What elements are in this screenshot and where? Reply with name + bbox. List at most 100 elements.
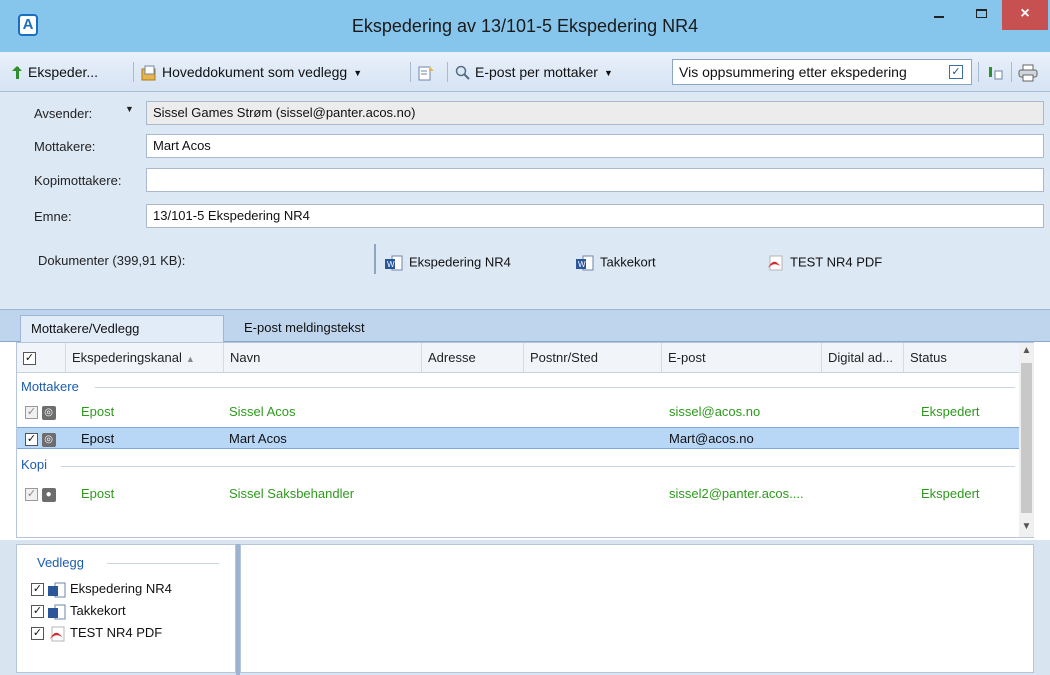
svg-text:W: W xyxy=(387,260,395,269)
vedlegg-item[interactable]: ✓ Ekspedering NR4 xyxy=(31,581,172,598)
maximize-button[interactable] xyxy=(960,0,1002,30)
add-recipient-button[interactable] xyxy=(986,60,1008,84)
emne-label: Emne: xyxy=(34,209,72,224)
vedlegg-panel: Vedlegg ✓ Ekspedering NR4 ✓ Takkekort ✓ TES… xyxy=(16,544,236,673)
close-button[interactable]: × xyxy=(1002,0,1048,30)
row-checkbox[interactable]: ✓ xyxy=(25,433,38,447)
hoveddokument-dropdown[interactable]: Hoveddokument som vedlegg ▼ xyxy=(140,60,362,84)
group-mottakere: Mottakere xyxy=(21,379,79,394)
document-name: Takkekort xyxy=(600,254,656,270)
avsender-dropdown-icon[interactable]: ▼ xyxy=(125,104,134,114)
scroll-down-icon[interactable]: ▼ xyxy=(1019,521,1034,532)
vis-oppsummering-toggle[interactable]: Vis oppsummering etter ekspedering ✓ xyxy=(672,59,972,85)
svg-text:W: W xyxy=(578,260,586,269)
document-name: Ekspedering NR4 xyxy=(409,254,511,270)
table-row-selected[interactable]: ✓ ◎ Epost Mart Acos Mart@acos.no xyxy=(17,427,1019,449)
title-bar: A Ekspedering av 13/101-5 Ekspedering NR… xyxy=(0,0,1050,52)
ekspeder-button[interactable]: Ekspeder... xyxy=(10,60,98,84)
vedlegg-divider xyxy=(107,563,219,564)
dokumenter-label: Dokumenter (399,91 KB): xyxy=(38,253,186,268)
send-icon xyxy=(12,66,22,80)
document-item[interactable]: TEST NR4 PDF xyxy=(765,254,882,272)
emne-field[interactable]: 13/101-5 Ekspedering NR4 xyxy=(146,204,1044,228)
document-item[interactable]: W Ekspedering NR4 xyxy=(384,254,511,272)
attachments-area: Vedlegg ✓ Ekspedering NR4 ✓ Takkekort ✓ TES… xyxy=(0,540,1050,675)
row-checkbox[interactable]: ✓ xyxy=(25,488,38,502)
minimize-icon xyxy=(934,16,944,18)
minimize-button[interactable] xyxy=(918,0,960,30)
group-kopi: Kopi xyxy=(21,457,48,472)
column-header-kanal[interactable]: Ekspederingskanal ▲ xyxy=(65,343,223,373)
group-divider xyxy=(61,466,1015,467)
word-doc-icon: W xyxy=(385,255,403,271)
column-header-postnr[interactable]: Postnr/Sted xyxy=(523,343,661,373)
mottakere-field[interactable]: Mart Acos xyxy=(146,134,1044,158)
pdf-icon xyxy=(50,626,65,642)
print-button[interactable] xyxy=(1018,60,1042,84)
recipients-grid: ✓ Ekspederingskanal ▲ Navn Adresse Postnr… xyxy=(16,342,1034,538)
grid-scrollbar[interactable]: ▲ ▼ xyxy=(1019,343,1034,537)
select-all-checkbox[interactable]: ✓ xyxy=(23,352,36,366)
vedlegg-checkbox[interactable]: ✓ xyxy=(31,627,44,641)
column-header-navn[interactable]: Navn xyxy=(223,343,421,373)
vedlegg-checkbox[interactable]: ✓ xyxy=(31,605,44,619)
cell-kanal: Epost xyxy=(81,486,115,501)
vedlegg-name: Ekspedering NR4 xyxy=(70,581,172,596)
word-doc-icon xyxy=(48,582,66,598)
vedlegg-checkbox[interactable]: ✓ xyxy=(31,583,44,597)
cell-navn: Sissel Acos xyxy=(229,404,296,419)
document-name: TEST NR4 PDF xyxy=(790,254,883,270)
globe-icon: ◎ xyxy=(41,432,56,447)
mottakere-label: Mottakere: xyxy=(34,139,96,154)
close-icon: × xyxy=(1020,5,1030,22)
document-item[interactable]: W Takkekort xyxy=(575,254,656,272)
table-row[interactable]: ✓ ◎ Epost Sissel Acos sissel@acos.no Eks… xyxy=(17,401,1019,423)
column-header-adresse[interactable]: Adresse xyxy=(421,343,523,373)
toolbar-separator xyxy=(410,62,411,82)
document-options-button[interactable] xyxy=(417,60,439,84)
vedlegg-title: Vedlegg xyxy=(37,555,84,570)
document-icon xyxy=(418,66,434,81)
kopimottakere-label: Kopimottakere: xyxy=(34,173,122,188)
row-checkbox[interactable]: ✓ xyxy=(25,406,38,420)
globe-icon: ◎ xyxy=(41,405,56,420)
preview-panel xyxy=(240,544,1034,673)
scroll-up-icon[interactable]: ▲ xyxy=(1019,345,1034,356)
sort-asc-icon: ▲ xyxy=(185,354,195,364)
attachment-icon xyxy=(141,65,156,81)
ekspeder-label: Ekspeder... xyxy=(28,64,99,80)
epost-per-mottaker-dropdown[interactable]: E-post per mottaker ▼ xyxy=(455,60,613,84)
select-all-column[interactable]: ✓ xyxy=(17,343,65,373)
cell-navn: Mart Acos xyxy=(229,431,287,446)
pdf-icon xyxy=(768,255,783,271)
avsender-label: Avsender: xyxy=(34,106,93,121)
documents-divider xyxy=(374,244,376,274)
column-label: Ekspederingskanal xyxy=(72,350,182,365)
cell-epost: sissel2@panter.acos.... xyxy=(669,486,804,501)
vis-oppsummering-checkbox[interactable]: ✓ xyxy=(949,65,963,79)
tab-mottakere-vedlegg[interactable]: Mottakere/Vedlegg xyxy=(20,315,224,342)
vedlegg-item[interactable]: ✓ Takkekort xyxy=(31,603,126,620)
chevron-down-icon: ▼ xyxy=(603,68,613,79)
column-header-digital[interactable]: Digital ad... xyxy=(821,343,903,373)
person-icon: ● xyxy=(41,487,56,502)
vedlegg-item[interactable]: ✓ TEST NR4 PDF xyxy=(31,625,162,642)
maximize-icon xyxy=(975,9,987,18)
hoveddokument-label: Hoveddokument som vedlegg xyxy=(162,64,348,80)
kopimottakere-field[interactable] xyxy=(146,168,1044,192)
cell-kanal: Epost xyxy=(81,431,115,446)
toolbar-separator xyxy=(1011,62,1012,82)
printer-icon xyxy=(1018,64,1038,82)
cell-epost: Mart@acos.no xyxy=(669,431,754,446)
vis-oppsummering-label: Vis oppsummering etter ekspedering xyxy=(679,64,907,80)
column-header-status[interactable]: Status xyxy=(903,343,1019,373)
avsender-field[interactable]: Sissel Games Strøm (sissel@panter.acos.n… xyxy=(146,101,1044,125)
scrollbar-thumb[interactable] xyxy=(1021,363,1032,513)
table-row[interactable]: ✓ ● Epost Sissel Saksbehandler sissel2@p… xyxy=(17,483,1019,505)
cell-epost: sissel@acos.no xyxy=(669,404,761,419)
vedlegg-name: TEST NR4 PDF xyxy=(70,625,163,640)
tab-epost-meldingstekst[interactable]: E-post meldingstekst xyxy=(234,315,375,342)
toolbar-separator xyxy=(447,62,448,82)
column-header-epost[interactable]: E-post xyxy=(661,343,821,373)
cell-kanal: Epost xyxy=(81,404,115,419)
